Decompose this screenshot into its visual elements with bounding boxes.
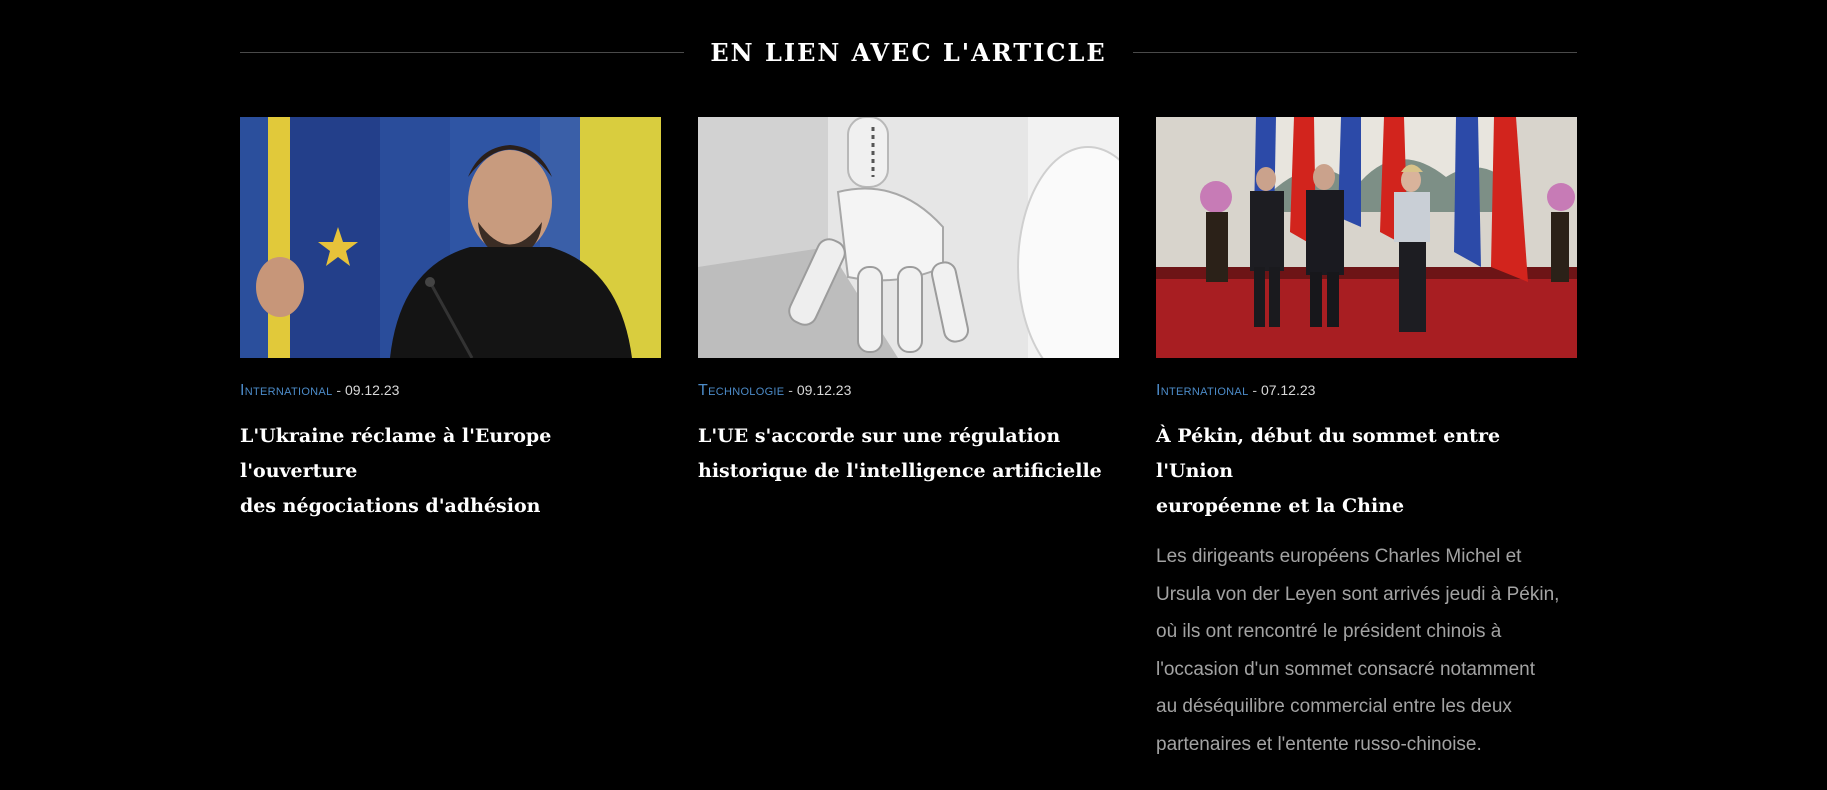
summary-line: Ursula von der Leyen sont arrivés jeudi … — [1156, 583, 1560, 605]
article-card-beijing-summit: International - 07.12.23 À Pékin, début … — [1156, 117, 1577, 763]
summary-line: Les dirigeants européens Charles Michel … — [1156, 546, 1522, 567]
headline-line: À Pékin, début du sommet entre l'Union — [1156, 425, 1501, 482]
summary-line: au déséquilibre commercial entre les deu… — [1156, 696, 1512, 717]
article-meta: International - 07.12.23 — [1156, 381, 1577, 400]
meta-separator: - — [784, 382, 797, 398]
article-headline[interactable]: L'UE s'accorde sur une régulation histor… — [698, 419, 1119, 489]
article-image-zelensky[interactable] — [240, 117, 661, 358]
headline-line: L'Ukraine réclame à l'Europe l'ouverture — [240, 425, 552, 482]
article-image-summit[interactable] — [1156, 117, 1577, 358]
category-link[interactable]: International — [240, 382, 332, 399]
category-link[interactable]: International — [1156, 382, 1248, 399]
section-header: EN LIEN AVEC L'ARTICLE — [240, 34, 1577, 70]
article-summary: Les dirigeants européens Charles Michel … — [1156, 538, 1577, 763]
headline-line: des négociations d'adhésion — [240, 495, 541, 517]
category-link[interactable]: Technologie — [698, 382, 784, 399]
header-rule-left — [240, 51, 685, 53]
article-headline[interactable]: L'Ukraine réclame à l'Europe l'ouverture… — [240, 419, 661, 524]
headline-line: européenne et la Chine — [1156, 495, 1405, 517]
article-date: 09.12.23 — [796, 382, 852, 398]
article-meta: International - 09.12.23 — [240, 381, 661, 400]
photo-robot-hand-graphic — [698, 117, 1119, 358]
headline-line: historique de l'intelligence artificiell… — [698, 460, 1102, 482]
photo-summit-graphic — [1156, 117, 1577, 358]
section-title: EN LIEN AVEC L'ARTICLE — [710, 37, 1107, 67]
photo-zelensky-graphic — [240, 117, 661, 358]
meta-separator: - — [332, 382, 345, 398]
article-card-ukraine: International - 09.12.23 L'Ukraine récla… — [240, 117, 661, 524]
article-date: 09.12.23 — [344, 382, 400, 398]
article-date: 07.12.23 — [1260, 382, 1316, 398]
article-meta: Technologie - 09.12.23 — [698, 381, 1119, 400]
article-headline[interactable]: À Pékin, début du sommet entre l'Union e… — [1156, 419, 1577, 524]
header-rule-right — [1132, 51, 1577, 53]
meta-separator: - — [1248, 382, 1261, 398]
headline-line: L'UE s'accorde sur une régulation — [698, 425, 1061, 447]
article-card-ai-regulation: Technologie - 09.12.23 L'UE s'accorde su… — [698, 117, 1119, 489]
related-articles-section: EN LIEN AVEC L'ARTICLE International - 0… — [240, 0, 1577, 790]
summary-line: l'occasion d'un sommet consacré notammen… — [1156, 658, 1535, 680]
article-image-robot-hand[interactable] — [698, 117, 1119, 358]
summary-line: partenaires et l'entente russo-chinoise. — [1156, 733, 1482, 755]
summary-line: où ils ont rencontré le président chinoi… — [1156, 621, 1502, 642]
